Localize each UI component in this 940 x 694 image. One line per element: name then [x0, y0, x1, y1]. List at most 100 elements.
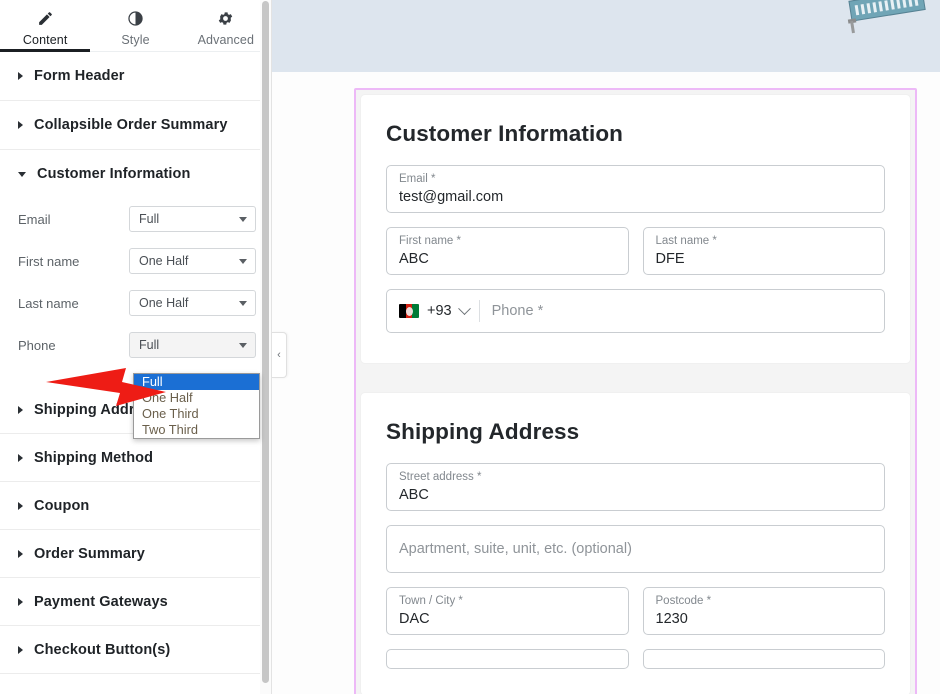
- first-name-field[interactable]: First name * ABC: [386, 227, 629, 275]
- first-name-width-value: One Half: [139, 254, 189, 268]
- last-name-width-value: One Half: [139, 296, 189, 310]
- dropdown-option-one-half[interactable]: One Half: [134, 390, 259, 406]
- scrollbar-thumb[interactable]: [262, 1, 269, 683]
- last-name-field-label: Last name *: [655, 235, 717, 247]
- section-label: Coupon: [34, 497, 90, 514]
- last-name-width-select[interactable]: One Half: [129, 290, 256, 316]
- first-name-width-select[interactable]: One Half: [129, 248, 256, 274]
- customer-information-title: Customer Information: [386, 121, 624, 146]
- customer-information-card: Customer Information Email * test@gmail.…: [360, 94, 911, 364]
- tab-advanced-label: Advanced: [197, 32, 255, 47]
- field-row-last-name: Last name One Half: [0, 282, 271, 324]
- first-name-field-value: ABC: [399, 251, 429, 267]
- shipping-address-card: Shipping Address Street address * ABC Ap…: [360, 392, 911, 694]
- field-row-first-name: First name One Half: [0, 240, 271, 282]
- field-row-email: Email Full: [0, 198, 271, 240]
- gear-icon: [217, 9, 234, 29]
- tab-content[interactable]: Content: [0, 0, 91, 52]
- caret-right-icon: [18, 405, 23, 414]
- street-address-label: Street address *: [399, 471, 482, 483]
- email-field-label: Email *: [399, 173, 436, 185]
- sidebar-section-checkout-buttons[interactable]: Checkout Button(s): [0, 626, 271, 674]
- field-row-phone: Phone Full: [0, 324, 271, 366]
- chevron-down-icon: [239, 343, 247, 348]
- phone-width-value: Full: [139, 338, 160, 352]
- field-label: Email: [18, 211, 51, 227]
- last-name-field-value: DFE: [655, 251, 685, 267]
- sidebar-section-order-summary[interactable]: Order Summary: [0, 530, 271, 578]
- phone-field[interactable]: +93 Phone *: [386, 289, 885, 333]
- town-city-field[interactable]: Town / City * DAC: [386, 587, 629, 635]
- afghanistan-flag-icon: [399, 304, 419, 318]
- sidebar-section-collapsible-order-summary[interactable]: Collapsible Order Summary: [0, 101, 271, 150]
- sidebar-section-shipping-method[interactable]: Shipping Method: [0, 434, 271, 482]
- next-field-right[interactable]: [642, 649, 885, 669]
- tab-style-label: Style: [121, 32, 150, 47]
- sidebar-section-payment-gateways[interactable]: Payment Gateways: [0, 578, 271, 626]
- section-label: Order Summary: [34, 545, 145, 562]
- dropdown-option-full[interactable]: Full: [134, 374, 259, 390]
- sections-accordion: Form Header Collapsible Order Summary Cu…: [0, 52, 271, 674]
- sidebar-scrollbar[interactable]: [260, 0, 271, 694]
- section-label: Payment Gateways: [34, 593, 168, 610]
- section-label: Collapsible Order Summary: [34, 117, 228, 133]
- contrast-circle-icon: [127, 9, 144, 29]
- sidebar-section-customer-information[interactable]: Customer Information: [0, 150, 271, 198]
- phone-width-select[interactable]: Full: [129, 332, 256, 358]
- email-width-value: Full: [139, 212, 160, 226]
- next-field-left[interactable]: [386, 649, 629, 669]
- editor-sidebar: Content Style Advanced Form Header Colla…: [0, 0, 272, 694]
- chevron-left-icon: ‹: [277, 348, 281, 361]
- sidebar-collapse-handle[interactable]: ‹: [272, 332, 287, 378]
- tab-advanced[interactable]: Advanced: [181, 0, 271, 51]
- postcode-label: Postcode *: [655, 595, 712, 607]
- caret-right-icon: [18, 72, 23, 80]
- city-postcode-row: Town / City * DAC Postcode * 1230: [386, 587, 885, 649]
- postcode-value: 1230: [655, 611, 688, 627]
- email-field[interactable]: Email * test@gmail.com: [386, 165, 885, 213]
- preview-header-band: [272, 0, 940, 72]
- town-city-value: DAC: [399, 611, 430, 627]
- chevron-down-icon: [239, 301, 247, 306]
- phone-width-dropdown-list[interactable]: Full One Half One Third Two Third: [133, 373, 260, 439]
- email-field-value: test@gmail.com: [399, 189, 504, 205]
- header-banner-graphic: [847, 0, 926, 34]
- apartment-placeholder: Apartment, suite, unit, etc. (optional): [399, 541, 632, 557]
- pencil-icon: [37, 9, 54, 29]
- phone-dial-code: +93: [427, 303, 452, 319]
- phone-placeholder: Phone *: [491, 303, 544, 319]
- caret-right-icon: [18, 501, 23, 510]
- chevron-down-icon[interactable]: [457, 301, 471, 315]
- field-label: First name: [18, 253, 80, 269]
- field-label: Phone: [18, 337, 56, 353]
- caret-down-icon: [18, 171, 26, 177]
- street-address-value: ABC: [399, 487, 429, 503]
- sidebar-section-coupon[interactable]: Coupon: [0, 482, 271, 530]
- email-width-select[interactable]: Full: [129, 206, 256, 232]
- section-label: Checkout Button(s): [34, 641, 171, 658]
- chevron-down-icon: [239, 217, 247, 222]
- postcode-field[interactable]: Postcode * 1230: [642, 587, 885, 635]
- caret-right-icon: [18, 597, 23, 606]
- shipping-address-title: Shipping Address: [386, 419, 580, 444]
- checkout-form-builder: Content Style Advanced Form Header Colla…: [0, 0, 940, 694]
- town-city-label: Town / City *: [399, 595, 463, 607]
- first-name-field-label: First name *: [399, 235, 461, 247]
- divider: [478, 300, 480, 322]
- tab-content-label: Content: [22, 32, 68, 47]
- dropdown-option-one-third[interactable]: One Third: [134, 406, 259, 422]
- dropdown-option-two-third[interactable]: Two Third: [134, 422, 259, 438]
- field-label: Last name: [18, 295, 79, 311]
- tab-style[interactable]: Style: [90, 0, 180, 51]
- sidebar-section-form-header[interactable]: Form Header: [0, 52, 271, 101]
- caret-right-icon: [18, 549, 23, 558]
- checkout-preview: Customer Information Email * test@gmail.…: [272, 0, 940, 694]
- caret-right-icon: [18, 645, 23, 654]
- sidebar-tabs: Content Style Advanced: [0, 0, 271, 52]
- last-name-field[interactable]: Last name * DFE: [642, 227, 885, 275]
- section-label: Customer Information: [37, 166, 191, 182]
- street-address-field[interactable]: Street address * ABC: [386, 463, 885, 511]
- section-label: Form Header: [34, 68, 125, 84]
- section-label: Shipping Method: [34, 449, 154, 466]
- apartment-field[interactable]: Apartment, suite, unit, etc. (optional): [386, 525, 885, 573]
